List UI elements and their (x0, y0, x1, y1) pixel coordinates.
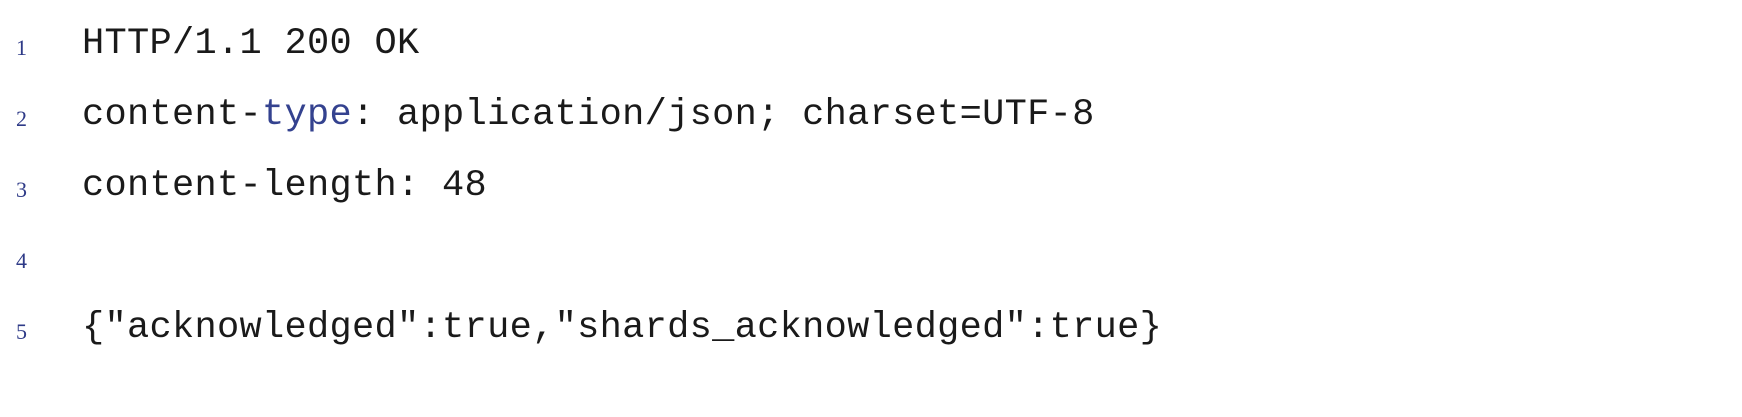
json-body: {"acknowledged":true,"shards_acknowledge… (82, 307, 1163, 349)
http-response-code-view: 1 HTTP/1.1 200 OK 2 content-type: applic… (0, 0, 1742, 417)
line-number: 3 (16, 177, 27, 202)
line-number: 4 (16, 248, 27, 273)
line-number: 1 (16, 35, 27, 60)
code-line-4: 4 (0, 232, 1742, 282)
content-length-header: content-length: 48 (82, 165, 488, 207)
line-number: 2 (16, 106, 27, 131)
code-line-5: 5 {"acknowledged":true,"shards_acknowled… (0, 303, 1742, 353)
code-line-1: 1 HTTP/1.1 200 OK (0, 19, 1742, 69)
code-line-2: 2 content-type: application/json; charse… (0, 90, 1742, 140)
content-type-header: content-type: application/json; charset=… (82, 90, 1095, 140)
header-key-keyword: type (262, 94, 353, 136)
header-value: : application/json; charset=UTF-8 (352, 94, 1095, 136)
line-number: 5 (16, 319, 27, 344)
status-line: HTTP/1.1 200 OK (82, 23, 420, 65)
header-key-prefix: content- (82, 94, 263, 136)
code-line-3: 3 content-length: 48 (0, 161, 1742, 211)
